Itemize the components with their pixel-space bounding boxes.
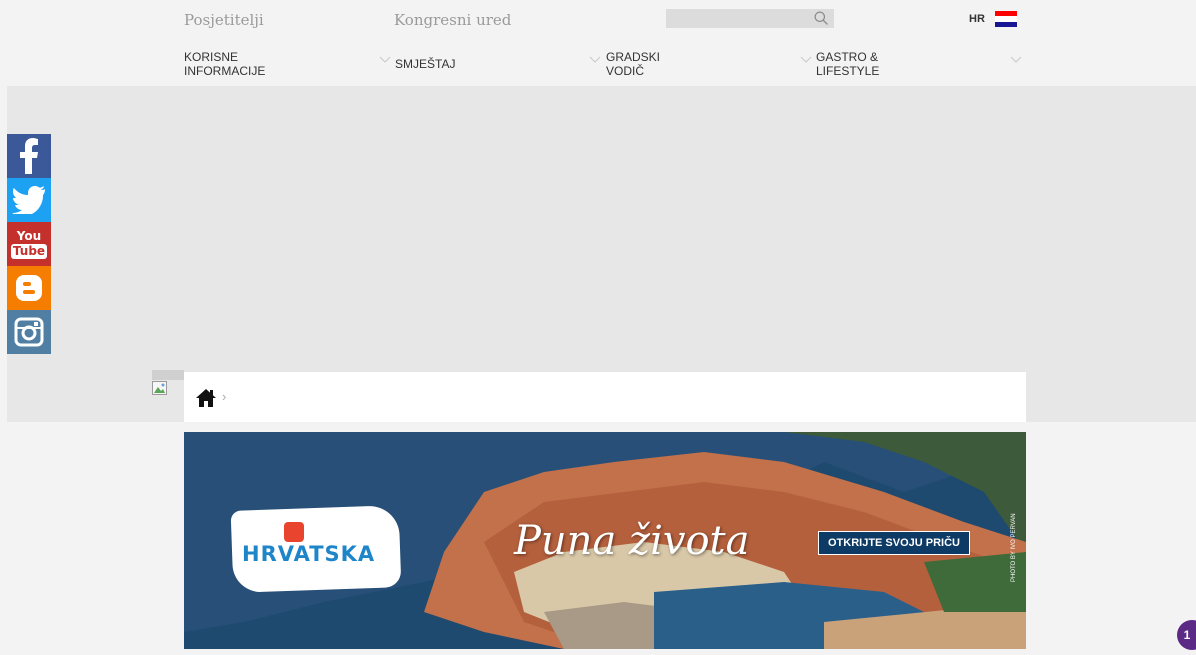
top-header: Posjetitelji Kongresni ured HR KORISNE I…	[0, 0, 1196, 86]
chevron-down-icon[interactable]	[589, 56, 601, 64]
home-icon[interactable]	[195, 388, 217, 408]
croatia-promo-banner[interactable]: HRVATSKA Puna života OTKRIJTE SVOJU PRIČ…	[184, 432, 1026, 649]
hrvatska-logo-mark	[284, 522, 304, 542]
congress-office-link[interactable]: Kongresni ured	[394, 11, 511, 29]
nav-accommodation[interactable]: SMJEŠTAJ	[395, 57, 455, 71]
nav-gastro-lifestyle[interactable]: GASTRO & LIFESTYLE	[816, 50, 879, 78]
hrvatska-logo-text: HRVATSKA	[242, 542, 376, 566]
chevron-down-icon[interactable]	[1010, 56, 1022, 64]
instagram-icon	[14, 317, 44, 347]
twitter-link[interactable]	[7, 178, 51, 222]
breadcrumb-separator: ›	[222, 389, 227, 404]
notification-badge[interactable]: 1	[1177, 620, 1196, 650]
broken-image-icon	[152, 381, 167, 395]
blogger-icon	[16, 275, 42, 301]
discover-story-button[interactable]: OTKRIJTE SVOJU PRIČU	[818, 531, 970, 555]
chevron-down-icon[interactable]	[379, 56, 391, 64]
breadcrumb: ›	[184, 372, 1026, 422]
blogger-link[interactable]	[7, 266, 51, 310]
youtube-link[interactable]: You Tube	[7, 222, 51, 266]
banner-tagline: Puna života	[514, 518, 750, 564]
search-input[interactable]	[666, 9, 806, 28]
photo-credit: PHOTO BY IVO PERVAN	[1011, 513, 1017, 582]
instagram-link[interactable]	[7, 310, 51, 354]
image-placeholder	[152, 370, 184, 380]
language-code[interactable]: HR	[969, 13, 985, 25]
visitors-link[interactable]: Posjetitelji	[184, 11, 264, 29]
croatian-flag-icon[interactable]	[995, 11, 1017, 27]
search-box	[666, 9, 834, 28]
youtube-icon: You Tube	[10, 229, 48, 259]
chevron-down-icon[interactable]	[800, 56, 812, 64]
nav-city-guide[interactable]: GRADSKI VODIČ	[606, 50, 660, 78]
search-icon[interactable]	[813, 10, 830, 27]
twitter-icon	[12, 186, 45, 214]
nav-useful-info[interactable]: KORISNE INFORMACIJE	[184, 50, 265, 78]
facebook-icon	[20, 138, 38, 174]
facebook-link[interactable]	[7, 134, 51, 178]
